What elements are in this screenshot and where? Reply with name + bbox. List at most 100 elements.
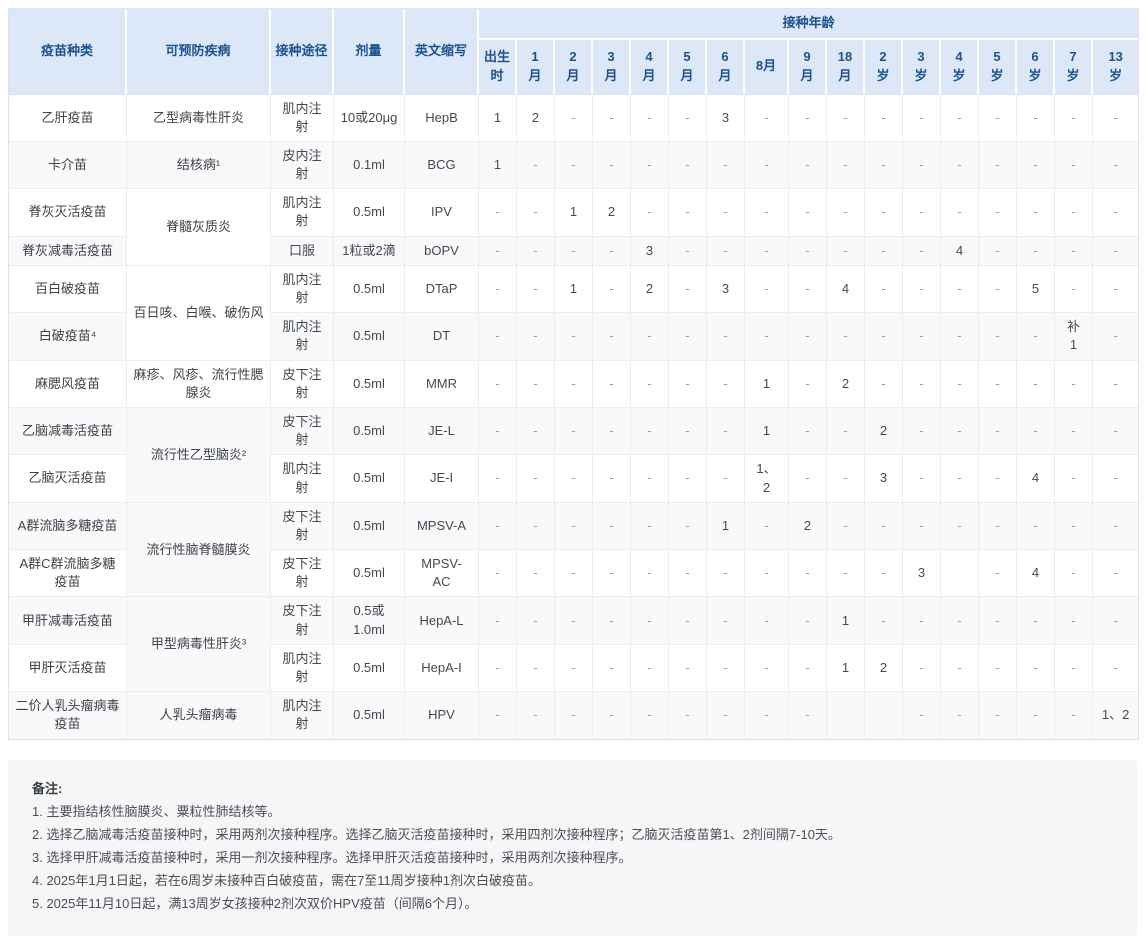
dose-number-cell: -: [1055, 408, 1093, 455]
dose-number-cell: -: [827, 95, 865, 142]
disease-cell: 甲型病毒性肝炎³: [127, 597, 271, 692]
abbreviation-cell: HepB: [405, 95, 479, 142]
dose-number-cell: -: [1093, 361, 1138, 408]
col-header-preventable-disease: 可预防疾病: [127, 9, 271, 95]
dose-number-cell: -: [979, 692, 1017, 738]
vaccine-name-cell: 二价人乳头瘤病毒疫苗: [9, 692, 127, 738]
route-cell: 口服: [271, 237, 334, 266]
route-cell: 肌内注 射: [271, 645, 334, 692]
route-cell: 肌内注 射: [271, 266, 334, 313]
dose-number-cell: 2: [827, 361, 865, 408]
route-cell: 皮下注 射: [271, 361, 334, 408]
dose-number-cell: -: [707, 189, 745, 236]
dose-number-cell: 1: [827, 645, 865, 692]
vaccine-row: 乙肝疫苗乙型病毒性肝炎肌内注 射10或20μgHepB12----3------…: [9, 95, 1138, 142]
dose-number-cell: -: [555, 313, 593, 360]
dose-number-cell: -: [669, 142, 707, 189]
notes-list: 1. 主要指结核性脑膜炎、粟粒性肺结核等。2. 选择乙脑减毒活疫苗接种时，采用两…: [32, 800, 1113, 916]
vaccine-name-cell: A群C群流脑多糖疫苗: [9, 550, 127, 597]
age-column-header: 出生 时: [479, 40, 517, 95]
dose-number-cell: -: [517, 597, 555, 644]
dose-number-cell: -: [517, 237, 555, 266]
dose-number-cell: -: [1055, 692, 1093, 738]
dose-cell: 0.5ml: [334, 692, 405, 738]
dose-cell: 0.1ml: [334, 142, 405, 189]
vaccine-row: A群流脑多糖疫苗流行性脑脊髓膜炎皮下注 射0.5mlMPSV-A------1-…: [9, 503, 1138, 550]
age-column-header: 2 月: [555, 40, 593, 95]
age-column-header: 3 岁: [903, 40, 941, 95]
dose-cell: 0.5ml: [334, 408, 405, 455]
dose-number-cell: -: [517, 266, 555, 313]
dose-number-cell: -: [555, 550, 593, 597]
dose-number-cell: -: [1055, 142, 1093, 189]
dose-number-cell: -: [555, 237, 593, 266]
dose-number-cell: 1: [555, 189, 593, 236]
dose-number-cell: -: [1093, 408, 1138, 455]
dose-number-cell: -: [1017, 142, 1055, 189]
note-item: 3. 选择甲肝减毒活疫苗接种时，采用一剂次接种程序。选择甲肝灭活疫苗接种时，采用…: [32, 846, 1113, 869]
dose-number-cell: -: [1055, 189, 1093, 236]
dose-number-cell: -: [517, 692, 555, 738]
dose-number-cell: -: [517, 455, 555, 502]
dose-number-cell: -: [827, 408, 865, 455]
dose-number-cell: -: [669, 189, 707, 236]
route-cell: 皮下注 射: [271, 597, 334, 644]
age-column-header: 6 岁: [1017, 40, 1055, 95]
dose-number-cell: -: [789, 692, 827, 738]
dose-cell: 10或20μg: [334, 95, 405, 142]
dose-number-cell: 3: [707, 266, 745, 313]
vaccine-row: 乙脑减毒活疫苗流行性乙型脑炎²皮下注 射0.5mlJE-L-------1--2…: [9, 408, 1138, 455]
dose-number-cell: 1、2: [1093, 692, 1138, 738]
route-cell: 皮下注 射: [271, 408, 334, 455]
dose-number-cell: 4: [1017, 455, 1055, 502]
dose-number-cell: -: [479, 408, 517, 455]
route-cell: 皮下注 射: [271, 503, 334, 550]
dose-number-cell: -: [1093, 503, 1138, 550]
dose-number-cell: -: [941, 408, 979, 455]
dose-number-cell: -: [745, 237, 789, 266]
dose-number-cell: -: [1055, 597, 1093, 644]
dose-number-cell: -: [1093, 95, 1138, 142]
dose-number-cell: -: [1055, 95, 1093, 142]
dose-number-cell: [865, 692, 903, 738]
dose-number-cell: -: [555, 142, 593, 189]
dose-number-cell: -: [789, 645, 827, 692]
abbreviation-cell: HepA-I: [405, 645, 479, 692]
vaccine-name-cell: 乙脑灭活疫苗: [9, 455, 127, 502]
dose-number-cell: -: [941, 95, 979, 142]
dose-number-cell: -: [789, 266, 827, 313]
dose-number-cell: -: [979, 142, 1017, 189]
dose-number-cell: -: [707, 361, 745, 408]
dose-number-cell: -: [631, 408, 669, 455]
dose-number-cell: -: [745, 95, 789, 142]
route-cell: 肌内注 射: [271, 455, 334, 502]
dose-number-cell: -: [707, 550, 745, 597]
route-cell: 皮下注 射: [271, 550, 334, 597]
dose-number-cell: -: [593, 95, 631, 142]
dose-number-cell: -: [593, 142, 631, 189]
disease-cell: 乙型病毒性肝炎: [127, 95, 271, 142]
dose-number-cell: -: [903, 692, 941, 738]
dose-number-cell: -: [1055, 503, 1093, 550]
dose-number-cell: -: [827, 550, 865, 597]
dose-number-cell: -: [1093, 142, 1138, 189]
dose-number-cell: -: [669, 503, 707, 550]
dose-number-cell: -: [669, 361, 707, 408]
dose-number-cell: -: [865, 313, 903, 360]
dose-number-cell: -: [707, 237, 745, 266]
dose-number-cell: -: [1093, 455, 1138, 502]
dose-number-cell: -: [941, 361, 979, 408]
vaccine-name-cell: 脊灰减毒活疫苗: [9, 237, 127, 266]
dose-number-cell: -: [979, 597, 1017, 644]
dose-number-cell: -: [979, 95, 1017, 142]
age-column-header: 4 月: [631, 40, 669, 95]
dose-number-cell: -: [707, 142, 745, 189]
age-column-header: 8月: [745, 40, 789, 95]
vaccine-name-cell: 甲肝减毒活疫苗: [9, 597, 127, 644]
dose-number-cell: -: [517, 189, 555, 236]
dose-number-cell: -: [865, 361, 903, 408]
dose-number-cell: 2: [865, 408, 903, 455]
dose-number-cell: -: [903, 597, 941, 644]
dose-number-cell: 1: [827, 597, 865, 644]
dose-cell: 0.5ml: [334, 313, 405, 360]
